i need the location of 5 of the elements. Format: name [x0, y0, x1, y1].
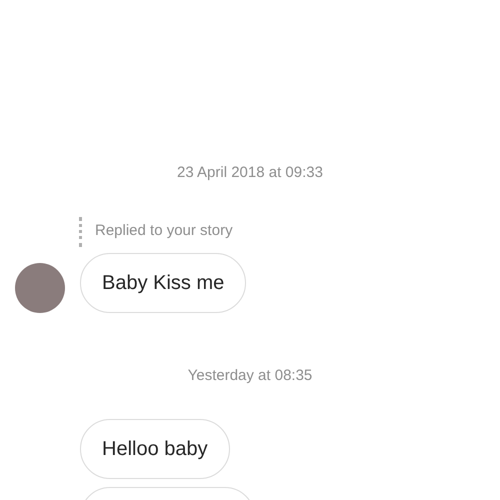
timestamp: 23 April 2018 at 09:33 — [177, 163, 323, 183]
message-bubble: Baby Kiss me — [80, 252, 246, 312]
message-bubble: Helloo baby — [80, 419, 230, 479]
reply-note: Replied to your story — [95, 221, 233, 242]
timestamp: Yesterday at 08:35 — [188, 366, 312, 386]
